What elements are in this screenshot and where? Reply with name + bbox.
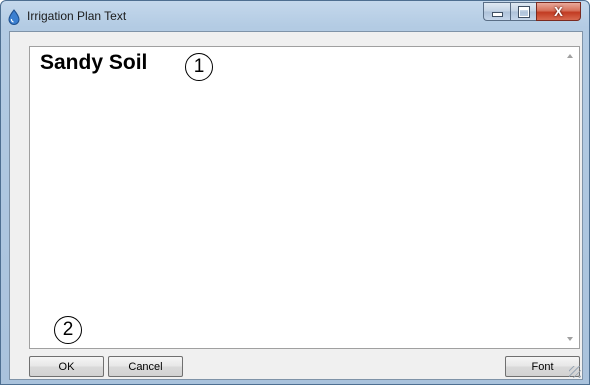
ok-button[interactable]: OK — [29, 356, 104, 377]
title-bar[interactable]: Irrigation Plan Text X — [1, 1, 589, 31]
editor-text-content: Sandy Soil — [40, 51, 148, 74]
minimize-button[interactable] — [483, 2, 510, 21]
callout-marker-1: 1 — [185, 53, 213, 81]
close-button[interactable]: X — [536, 2, 581, 21]
dialog-window: Irrigation Plan Text X Sandy Soil OK Can… — [0, 0, 590, 385]
maximize-button[interactable] — [510, 2, 536, 21]
scroll-up-arrow-icon[interactable] — [567, 54, 573, 58]
maximize-icon — [518, 6, 529, 17]
plan-text-editor[interactable]: Sandy Soil — [29, 46, 580, 349]
callout-marker-2: 2 — [54, 316, 82, 344]
minimize-icon — [491, 12, 503, 17]
dialog-client-area: Sandy Soil OK Cancel Font — [9, 31, 583, 380]
vertical-scrollbar[interactable] — [562, 47, 579, 348]
scroll-down-arrow-icon[interactable] — [567, 337, 573, 341]
resize-grip-icon[interactable] — [569, 366, 581, 378]
window-controls: X — [483, 2, 581, 22]
close-icon: X — [554, 4, 563, 19]
water-drop-icon — [8, 9, 20, 25]
cancel-button[interactable]: Cancel — [108, 356, 183, 377]
window-title: Irrigation Plan Text — [27, 9, 127, 23]
